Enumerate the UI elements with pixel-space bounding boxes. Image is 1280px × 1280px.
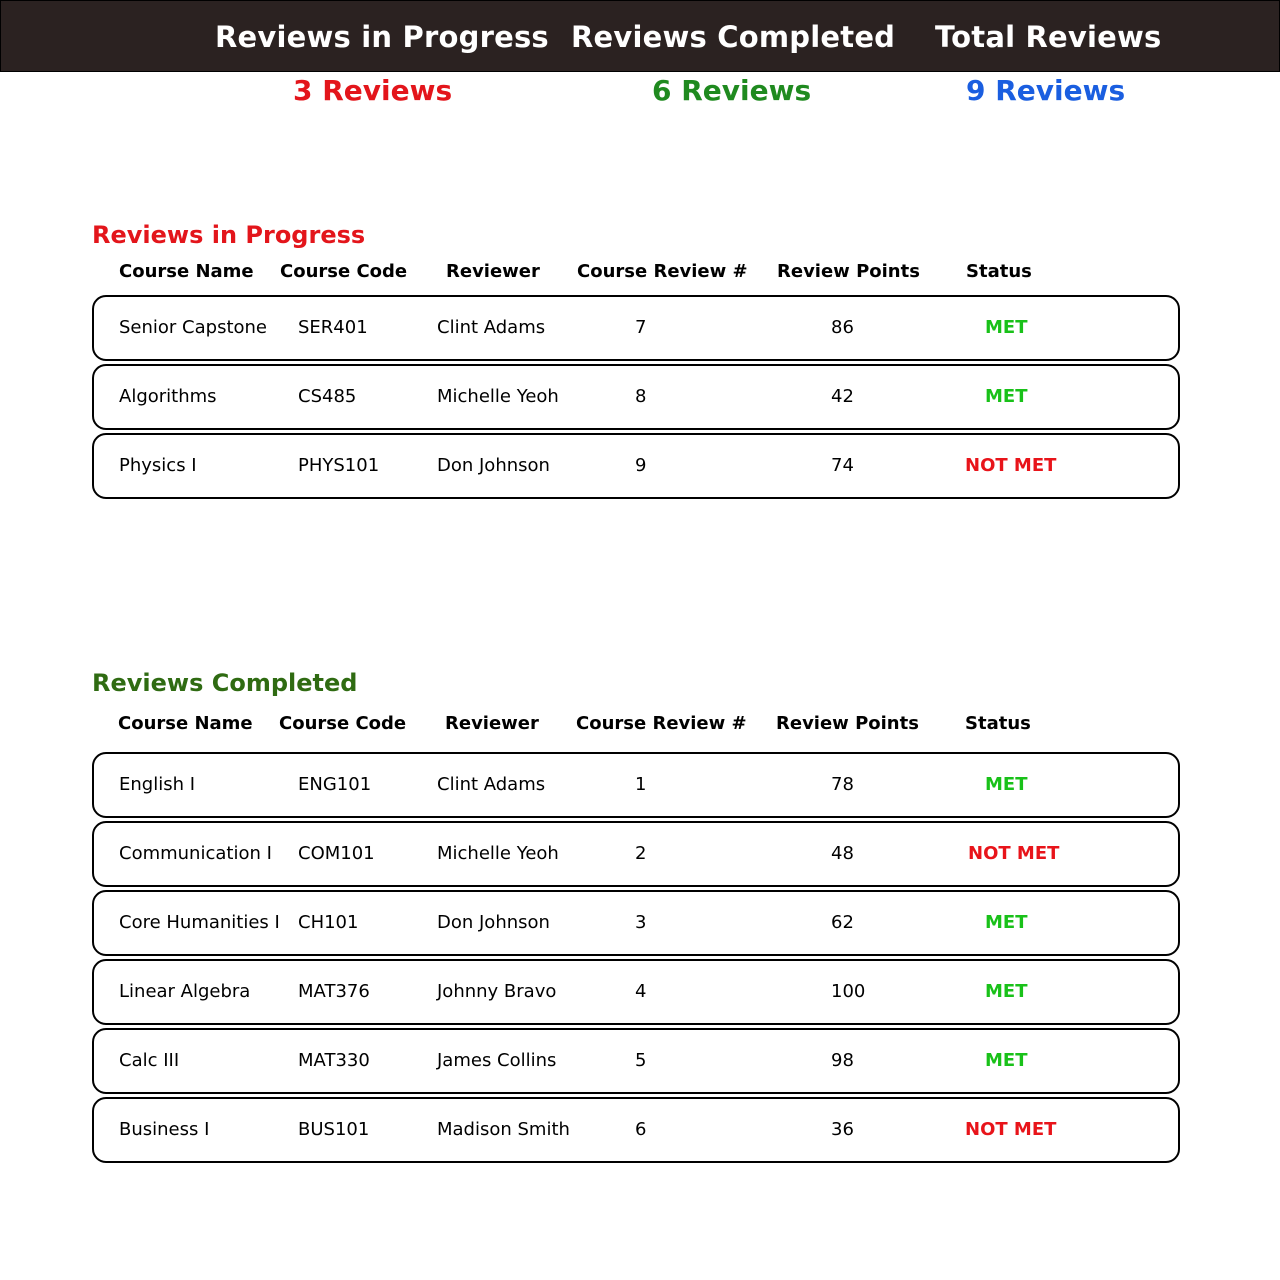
table-row[interactable]: Business I BUS101 Madison Smith 6 36 NOT MET [92, 1097, 1180, 1163]
status-cell: NOT MET [965, 455, 1057, 476]
completed-header-course-review-num: Course Review # [576, 713, 747, 734]
course-name-cell: Communication I [119, 843, 272, 864]
completed-header-reviewer: Reviewer [445, 713, 539, 734]
status-cell: MET [985, 386, 1028, 407]
completed-section-title: Reviews Completed [92, 669, 358, 697]
reviewer-cell: Michelle Yeoh [437, 843, 559, 864]
status-cell: NOT MET [965, 1119, 1057, 1140]
course-name-cell: Physics I [119, 455, 197, 476]
reviewer-cell: Johnny Bravo [437, 981, 557, 1002]
in-progress-header-reviewer: Reviewer [446, 261, 540, 282]
completed-header-course-code: Course Code [279, 713, 407, 734]
completed-header-review-points: Review Points [776, 713, 919, 734]
completed-header: Reviews Completed [571, 20, 896, 54]
status-cell: MET [985, 317, 1028, 338]
status-cell: MET [985, 1050, 1028, 1071]
course-name-cell: Algorithms [119, 386, 217, 407]
course-review-num-cell: 5 [635, 1050, 647, 1071]
review-points-cell: 74 [831, 455, 854, 476]
course-name-cell: Core Humanities I [119, 912, 280, 933]
course-review-num-cell: 4 [635, 981, 647, 1002]
course-review-num-cell: 8 [635, 386, 647, 407]
course-review-num-cell: 3 [635, 912, 647, 933]
in-progress-header-course-name: Course Name [119, 261, 254, 282]
reviewer-cell: Clint Adams [437, 774, 546, 795]
course-code-cell: BUS101 [298, 1119, 370, 1140]
course-code-cell: PHYS101 [298, 455, 380, 476]
table-row[interactable]: Core Humanities I CH101 Don Johnson 3 62 MET [92, 890, 1180, 956]
course-review-num-cell: 6 [635, 1119, 647, 1140]
table-row[interactable]: Linear Algebra MAT376 Johnny Bravo 4 100 MET [92, 959, 1180, 1025]
review-points-cell: 62 [831, 912, 854, 933]
course-name-cell: Calc III [119, 1050, 180, 1071]
in-progress-header-course-review-num: Course Review # [577, 261, 748, 282]
review-points-cell: 98 [831, 1050, 854, 1071]
table-row[interactable]: Physics I PHYS101 Don Johnson 9 74 NOT MET [92, 433, 1180, 499]
status-cell: MET [985, 981, 1028, 1002]
table-row[interactable]: Calc III MAT330 James Collins 5 98 MET [92, 1028, 1180, 1094]
table-row[interactable]: Senior Capstone SER401 Clint Adams 7 86 MET [92, 295, 1180, 361]
course-code-cell: COM101 [298, 843, 375, 864]
course-name-cell: Senior Capstone [119, 317, 267, 338]
table-row[interactable]: Algorithms CS485 Michelle Yeoh 8 42 MET [92, 364, 1180, 430]
review-points-cell: 86 [831, 317, 854, 338]
in-progress-header-course-code: Course Code [280, 261, 408, 282]
course-code-cell: CH101 [298, 912, 359, 933]
course-code-cell: CS485 [298, 386, 357, 407]
course-code-cell: MAT330 [298, 1050, 370, 1071]
reviewer-cell: Clint Adams [437, 317, 546, 338]
review-points-cell: 42 [831, 386, 854, 407]
status-cell: MET [985, 774, 1028, 795]
course-code-cell: MAT376 [298, 981, 370, 1002]
in-progress-header: Reviews in Progress [215, 20, 549, 54]
course-code-cell: ENG101 [298, 774, 372, 795]
completed-header-status: Status [965, 713, 1031, 734]
reviewer-cell: Madison Smith [437, 1119, 570, 1140]
in-progress-section-title: Reviews in Progress [92, 221, 366, 249]
reviewer-cell: Don Johnson [437, 912, 550, 933]
course-review-num-cell: 2 [635, 843, 647, 864]
review-points-cell: 100 [831, 981, 866, 1002]
completed-count: 6 Reviews [652, 74, 812, 107]
in-progress-header-review-points: Review Points [777, 261, 920, 282]
review-points-cell: 36 [831, 1119, 854, 1140]
review-points-cell: 48 [831, 843, 854, 864]
reviewer-cell: James Collins [437, 1050, 557, 1071]
review-points-cell: 78 [831, 774, 854, 795]
reviewer-cell: Don Johnson [437, 455, 550, 476]
table-row[interactable]: Communication I COM101 Michelle Yeoh 2 48 NOT… [92, 821, 1180, 887]
summary-bar: Reviews in Progress Reviews Completed To… [0, 0, 1280, 72]
table-row[interactable]: English I ENG101 Clint Adams 1 78 MET [92, 752, 1180, 818]
completed-header-course-name: Course Name [118, 713, 253, 734]
reviewer-cell: Michelle Yeoh [437, 386, 559, 407]
course-name-cell: Business I [119, 1119, 210, 1140]
course-name-cell: Linear Algebra [119, 981, 251, 1002]
course-review-num-cell: 9 [635, 455, 647, 476]
total-count: 9 Reviews [966, 74, 1126, 107]
course-review-num-cell: 1 [635, 774, 647, 795]
course-review-num-cell: 7 [635, 317, 647, 338]
in-progress-header-status: Status [966, 261, 1032, 282]
course-code-cell: SER401 [298, 317, 368, 338]
status-cell: NOT MET [968, 843, 1060, 864]
total-header: Total Reviews [935, 20, 1162, 54]
course-name-cell: English I [119, 774, 196, 795]
status-cell: MET [985, 912, 1028, 933]
in-progress-count: 3 Reviews [293, 74, 453, 107]
